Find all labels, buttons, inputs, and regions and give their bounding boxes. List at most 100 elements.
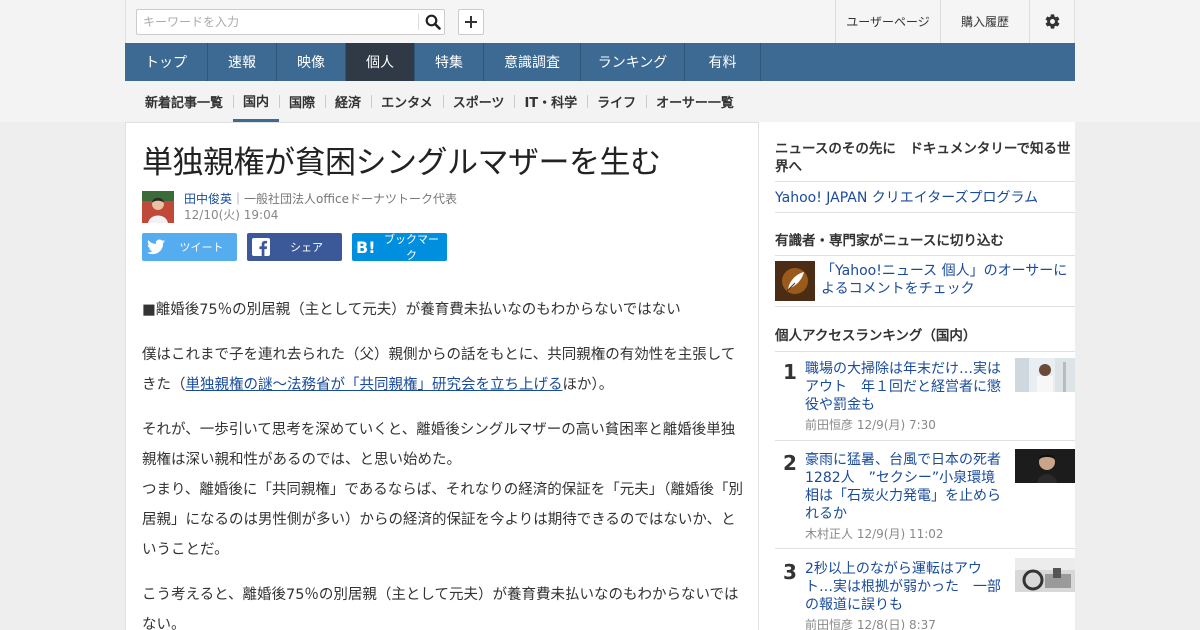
ranking-image xyxy=(1015,558,1075,592)
divider xyxy=(775,181,1075,182)
subnav-domestic[interactable]: 国内 xyxy=(233,81,280,122)
top-bar: ユーザーページ 購入履歴 xyxy=(125,0,1075,43)
divider xyxy=(775,212,1075,213)
purchase-history-link[interactable]: 購入履歴 xyxy=(940,0,1029,43)
creators-program-link[interactable]: Yahoo! JAPAN クリエイターズプログラム xyxy=(775,187,1038,207)
subnav-life[interactable]: ライフ xyxy=(587,81,646,122)
subnav-it-science[interactable]: IT・科学 xyxy=(514,81,587,122)
top-links: ユーザーページ 購入履歴 xyxy=(835,0,1074,43)
twitter-icon xyxy=(147,239,165,255)
article-text: つまり、離婚後に「共同親権」であるならば、それなりの経済的保証を「元夫」（離婚後… xyxy=(142,482,744,558)
ranking-author: 前田恒彦 xyxy=(805,418,854,432)
main-nav: トップ 速報 映像 個人 特集 意識調査 ランキング 有料 xyxy=(125,43,1075,81)
ranking-number: 3 xyxy=(783,560,797,584)
owner-comment-thumbnail[interactable] xyxy=(775,261,815,301)
hatena-bookmark-button[interactable]: B! ブックマーク xyxy=(352,233,447,262)
subnav-economy[interactable]: 経済 xyxy=(325,81,371,122)
experts-heading: 有識者・専門家がニュースに切り込む xyxy=(775,233,1004,249)
tweet-button[interactable]: ツイート xyxy=(142,233,237,261)
nav-survey[interactable]: 意識調査 xyxy=(484,43,581,81)
ranking-heading: 個人アクセスランキング（国内） xyxy=(775,328,977,344)
ranking-thumbnail[interactable] xyxy=(1015,358,1075,392)
article-paragraph: こう考えると、離婚後75％の別居親（主として元夫）が養育費未払いなのもわからない… xyxy=(142,587,739,630)
ranking-number: 1 xyxy=(783,360,797,384)
hatena-bookmark-icon: B! xyxy=(356,239,376,255)
search-icon xyxy=(425,14,441,30)
article-text: ほか）。 xyxy=(562,377,614,393)
nav-breaking[interactable]: 速報 xyxy=(208,43,277,81)
svg-text:B!: B! xyxy=(356,239,376,255)
divider xyxy=(775,548,1075,549)
article-title: 単独親権が貧困シングルマザーを生む xyxy=(142,145,661,181)
ranking-item[interactable]: 3 2秒以上のながら運転はアウト…実は根拠が弱かった 一部の報道に誤りも 前田恒… xyxy=(775,558,1075,630)
divider xyxy=(775,351,1075,352)
subnav-international[interactable]: 国際 xyxy=(279,81,325,122)
ranking-meta: 前田恒彦 12/8(日) 8:37 xyxy=(805,616,936,630)
article-date: 12/10(火) 19:04 xyxy=(184,208,279,222)
ranking-meta: 前田恒彦 12/9(月) 7:30 xyxy=(805,416,936,433)
search-box xyxy=(136,9,445,35)
ranking-date: 12/9(月) 7:30 xyxy=(856,418,936,432)
bookmark-label: ブックマーク xyxy=(384,233,439,262)
share-label: シェア xyxy=(290,241,323,254)
facebook-share-button[interactable]: シェア xyxy=(247,233,342,261)
ranking-number: 2 xyxy=(783,451,797,475)
nav-top[interactable]: トップ xyxy=(125,43,208,81)
ranking-date: 12/9(月) 11:02 xyxy=(856,527,944,541)
author-photo xyxy=(142,191,174,223)
nav-ranking[interactable]: ランキング xyxy=(581,43,685,81)
article-paragraph: 僕はこれまで子を連れ去られた（父）親側からの話をもとに、共同親権の有効性を主張し… xyxy=(142,340,748,400)
author-name[interactable]: 田中俊英 xyxy=(184,192,232,206)
ranking-thumbnail[interactable] xyxy=(1015,449,1075,483)
article: 単独親権が貧困シングルマザーを生む 田中俊英｜一般社団法人officeドーナツト… xyxy=(125,122,759,630)
author-role: 一般社団法人officeドーナツトーク代表 xyxy=(244,192,457,206)
author-meta: 田中俊英｜一般社団法人officeドーナツトーク代表 12/10(火) 19:0… xyxy=(184,191,457,223)
related-article-link[interactable]: 単独親権の謎～法務省が「共同親権」研究会を立ち上げる xyxy=(186,377,563,393)
nav-features[interactable]: 特集 xyxy=(415,43,484,81)
author-avatar[interactable] xyxy=(142,191,174,223)
ranking-thumbnail[interactable] xyxy=(1015,558,1075,592)
tweet-label: ツイート xyxy=(179,241,224,254)
ranking-item[interactable]: 1 職場の大掃除は年末だけ…実はアウト 年１回だと経営者に懲役や罰金も 前田恒彦… xyxy=(775,358,1075,458)
ranking-title[interactable]: 職場の大掃除は年末だけ…実はアウト 年１回だと経営者に懲役や罰金も xyxy=(805,360,1001,414)
nav-video[interactable]: 映像 xyxy=(277,43,346,81)
search-button[interactable] xyxy=(421,10,445,34)
article-paragraph: ■離婚後75％の別居親（主として元夫）が養育費未払いなのもわからないではない xyxy=(142,302,681,318)
facebook-icon xyxy=(252,238,270,256)
settings-button[interactable] xyxy=(1029,0,1074,43)
article-body: ■離婚後75％の別居親（主として元夫）が養育費未払いなのもわからないではない 僕… xyxy=(142,295,748,630)
ranking-author: 木村正人 xyxy=(805,527,854,541)
ranking-image xyxy=(1015,449,1075,483)
divider xyxy=(775,306,1075,307)
article-paragraph: それが、一歩引いて思考を深めていくと、離婚後シングルマザーの高い貧困率と離婚後単… xyxy=(142,415,748,565)
sidebar: ニュースのその先に ドキュメンタリーで知る世界へ Yahoo! JAPAN クリ… xyxy=(759,122,1075,630)
owner-comment-link[interactable]: 「Yahoo!ニュース 個人」のオーサーによるコメントをチェック xyxy=(821,262,1075,298)
add-button[interactable] xyxy=(458,9,484,35)
subnav-new-articles[interactable]: 新着記事一覧 xyxy=(135,81,233,122)
divider xyxy=(775,255,1075,256)
ranking-title[interactable]: 豪雨に猛暑、台風で日本の死者1282人 ”セクシー”小泉環境相は「石炭火力発電」… xyxy=(805,451,1001,523)
author-role-separator: ｜ xyxy=(232,192,245,206)
ranking-item[interactable]: 2 豪雨に猛暑、台風で日本の死者1282人 ”セクシー”小泉環境相は「石炭火力発… xyxy=(775,449,1075,549)
subnav-entertainment[interactable]: エンタメ xyxy=(371,81,443,122)
subnav-author-list[interactable]: オーサー一覧 xyxy=(646,81,744,122)
share-buttons: ツイート シェア B! ブックマーク xyxy=(142,233,447,262)
nav-paid[interactable]: 有料 xyxy=(685,43,761,81)
ranking-title[interactable]: 2秒以上のながら運転はアウト…実は根拠が弱かった 一部の報道に誤りも xyxy=(805,560,1001,614)
ranking-author: 前田恒彦 xyxy=(805,618,854,630)
documentary-heading: ニュースのその先に ドキュメンタリーで知る世界へ xyxy=(775,141,1071,175)
sub-nav: 新着記事一覧 国内 国際 経済 エンタメ スポーツ IT・科学 ライフ オーサー… xyxy=(125,81,1075,122)
plus-icon xyxy=(465,16,477,28)
article-text: それが、一歩引いて思考を深めていくと、離婚後シングルマザーの高い貧困率と離婚後単… xyxy=(142,422,736,468)
search-input[interactable] xyxy=(137,10,417,34)
divider xyxy=(775,440,1075,441)
user-page-link[interactable]: ユーザーページ xyxy=(835,0,940,43)
feather-pen-icon xyxy=(775,261,815,301)
gear-icon xyxy=(1045,14,1059,29)
ranking-date: 12/8(日) 8:37 xyxy=(856,618,936,630)
ranking-image xyxy=(1015,358,1075,392)
subnav-sports[interactable]: スポーツ xyxy=(442,81,515,122)
search-divider xyxy=(418,14,419,30)
nav-individual[interactable]: 個人 xyxy=(346,43,415,81)
ranking-meta: 木村正人 12/9(月) 11:02 xyxy=(805,525,944,542)
